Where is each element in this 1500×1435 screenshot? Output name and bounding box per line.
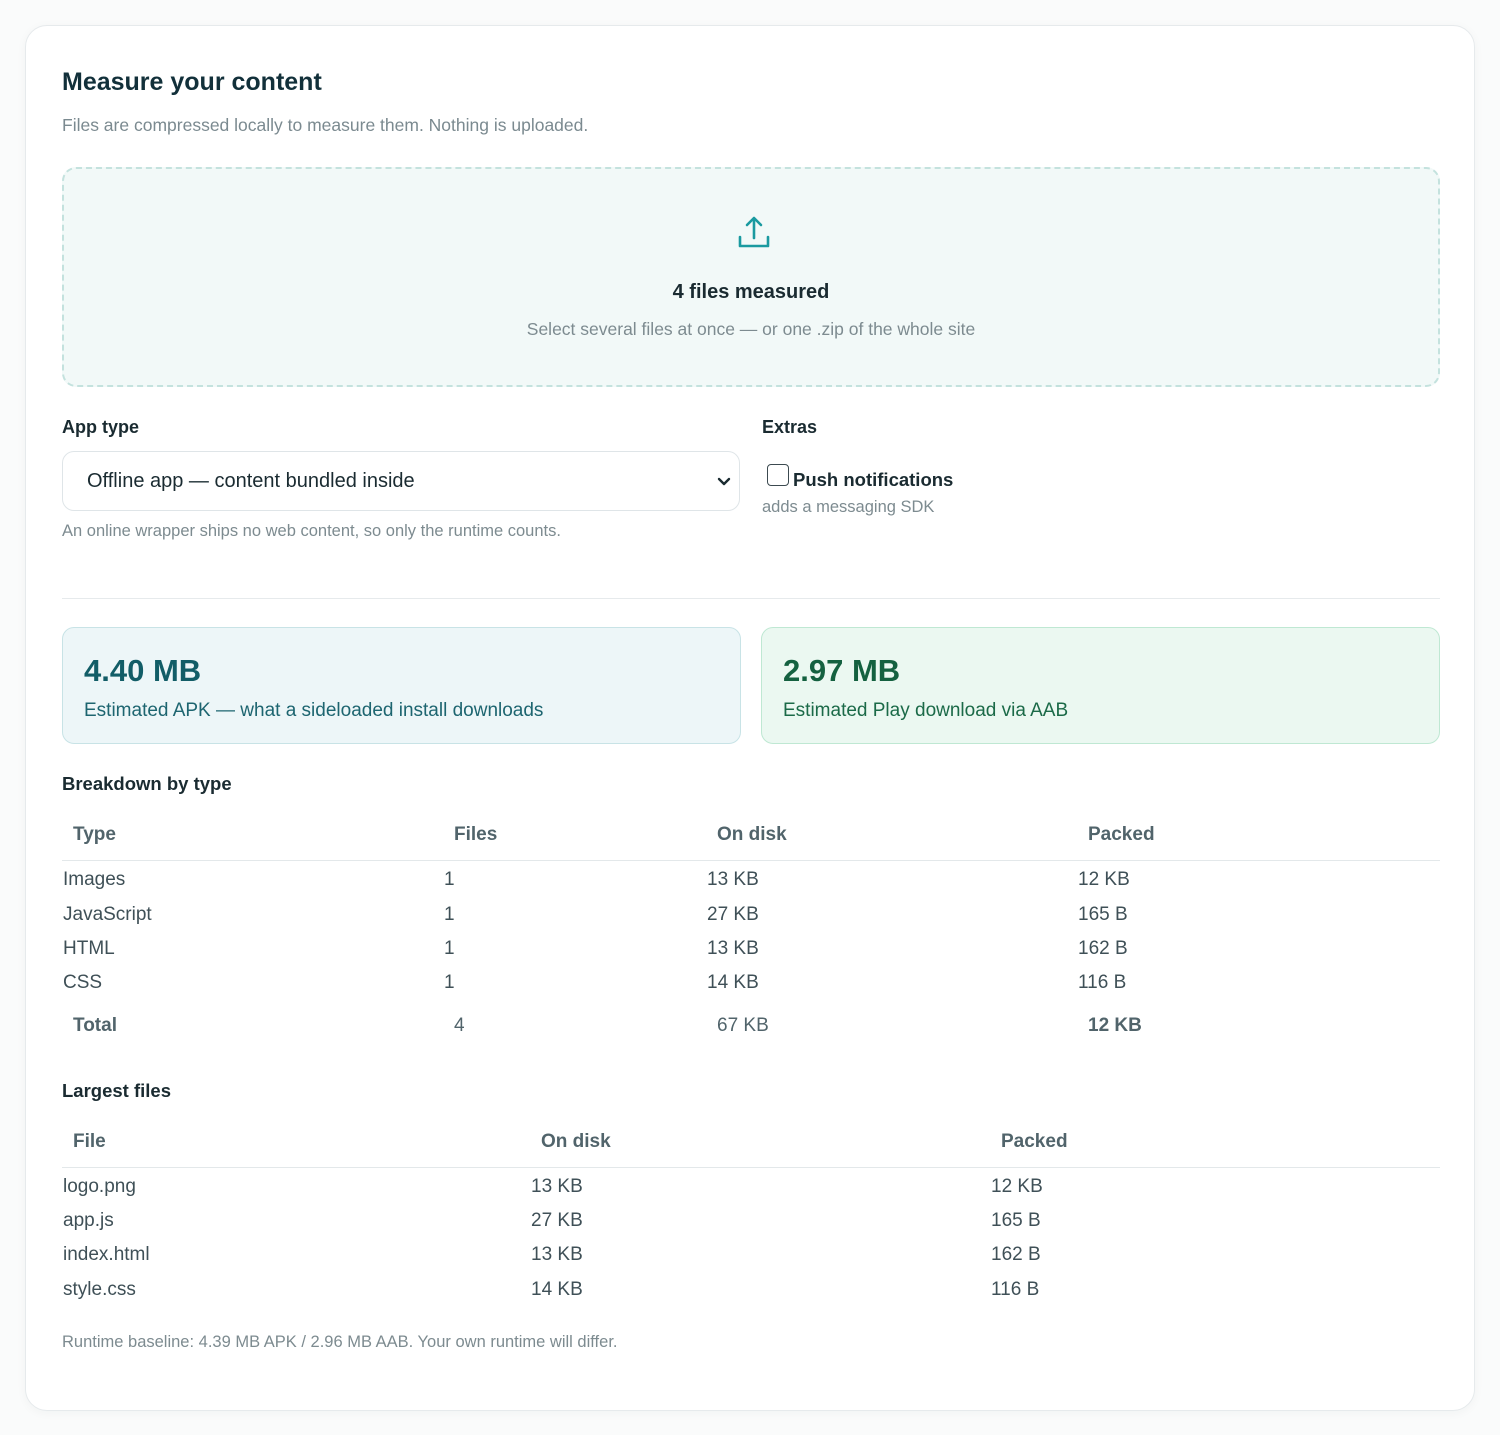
aab-estimate-value: 2.97 MB — [783, 653, 901, 688]
dropzone-title: 4 files measured — [672, 281, 830, 303]
measure-card: Measure your content Files are compresse… — [25, 25, 1475, 1411]
apk-estimate-desc: Estimated APK — what a sideloaded instal… — [84, 700, 544, 721]
largest-header-divider — [62, 1167, 1440, 1168]
breakdown-header-files: Files — [454, 824, 498, 845]
breakdown-header-type: Type — [73, 824, 116, 845]
breakdown-cell-files: 1 — [444, 869, 455, 890]
largest-cell-file: index.html — [63, 1244, 150, 1265]
dropzone-subtitle: Select several files at once — or one .z… — [526, 319, 976, 339]
breakdown-cell-type: CSS — [63, 972, 103, 993]
largest-cell-on-disk: 27 KB — [531, 1210, 583, 1231]
app-type-hint: An online wrapper ships no web content, … — [62, 522, 561, 540]
breakdown-cell-on-disk: 14 KB — [707, 972, 759, 993]
breakdown-header-on-disk: On disk — [717, 824, 787, 845]
breakdown-cell-packed: 162 B — [1078, 938, 1128, 959]
breakdown-cell-on-disk: 27 KB — [707, 904, 759, 925]
breakdown-cell-on-disk: 13 KB — [707, 869, 759, 890]
page-subtitle: Files are compressed locally to measure … — [62, 115, 589, 135]
largest-cell-packed: 116 B — [991, 1279, 1040, 1300]
breakdown-cell-files: 1 — [444, 972, 455, 993]
breakdown-cell-packed: 116 B — [1078, 972, 1127, 993]
breakdown-header-packed: Packed — [1088, 824, 1155, 845]
largest-cell-file: logo.png — [63, 1176, 136, 1197]
largest-cell-packed: 162 B — [991, 1244, 1041, 1265]
largest-files-title: Largest files — [62, 1080, 171, 1101]
breakdown-cell-type: JavaScript — [63, 904, 152, 925]
extras-label: Extras — [762, 417, 818, 437]
app-type-select[interactable]: Offline app — content bundled inside — [62, 451, 740, 511]
page-title: Measure your content — [62, 68, 322, 96]
largest-header-on-disk: On disk — [541, 1131, 611, 1152]
largest-header-packed: Packed — [1001, 1131, 1068, 1152]
push-notifications-checkbox[interactable] — [767, 464, 789, 486]
breakdown-title: Breakdown by type — [62, 773, 232, 794]
app-type-label: App type — [62, 417, 140, 437]
breakdown-total-packed: 12 KB — [1088, 1015, 1142, 1036]
breakdown-total-on-disk: 67 KB — [717, 1015, 769, 1036]
push-notifications-hint: adds a messaging SDK — [762, 498, 935, 516]
breakdown-cell-type: HTML — [63, 938, 115, 959]
largest-cell-on-disk: 13 KB — [531, 1176, 583, 1197]
aab-estimate-desc: Estimated Play download via AAB — [783, 700, 1069, 721]
push-notifications-label[interactable]: Push notifications — [793, 469, 953, 491]
upload-icon — [738, 216, 770, 248]
largest-cell-packed: 165 B — [991, 1210, 1041, 1231]
file-dropzone[interactable]: 4 files measured Select several files at… — [62, 167, 1440, 387]
largest-cell-on-disk: 14 KB — [531, 1279, 583, 1300]
largest-cell-file: app.js — [63, 1210, 114, 1231]
breakdown-cell-type: Images — [63, 869, 126, 890]
breakdown-cell-on-disk: 13 KB — [707, 938, 759, 959]
section-divider — [62, 598, 1440, 599]
runtime-footnote: Runtime baseline: 4.39 MB APK / 2.96 MB … — [62, 1333, 618, 1351]
breakdown-cell-packed: 12 KB — [1078, 869, 1130, 890]
aab-estimate-card: 2.97 MB Estimated Play download via AAB — [761, 627, 1440, 744]
largest-cell-packed: 12 KB — [991, 1176, 1043, 1197]
largest-cell-on-disk: 13 KB — [531, 1244, 583, 1265]
chevron-down-icon — [717, 477, 731, 486]
breakdown-total-files: 4 — [454, 1015, 465, 1036]
apk-estimate-card: 4.40 MB Estimated APK — what a sideloade… — [62, 627, 741, 744]
breakdown-cell-files: 1 — [444, 904, 455, 925]
breakdown-cell-packed: 165 B — [1078, 904, 1128, 925]
largest-header-file: File — [73, 1131, 106, 1152]
app-type-selected-value: Offline app — content bundled inside — [87, 470, 415, 492]
largest-cell-file: style.css — [63, 1279, 136, 1300]
breakdown-total-label: Total — [73, 1015, 117, 1036]
apk-estimate-value: 4.40 MB — [84, 653, 202, 688]
breakdown-header-divider — [62, 860, 1440, 861]
breakdown-cell-files: 1 — [444, 938, 455, 959]
